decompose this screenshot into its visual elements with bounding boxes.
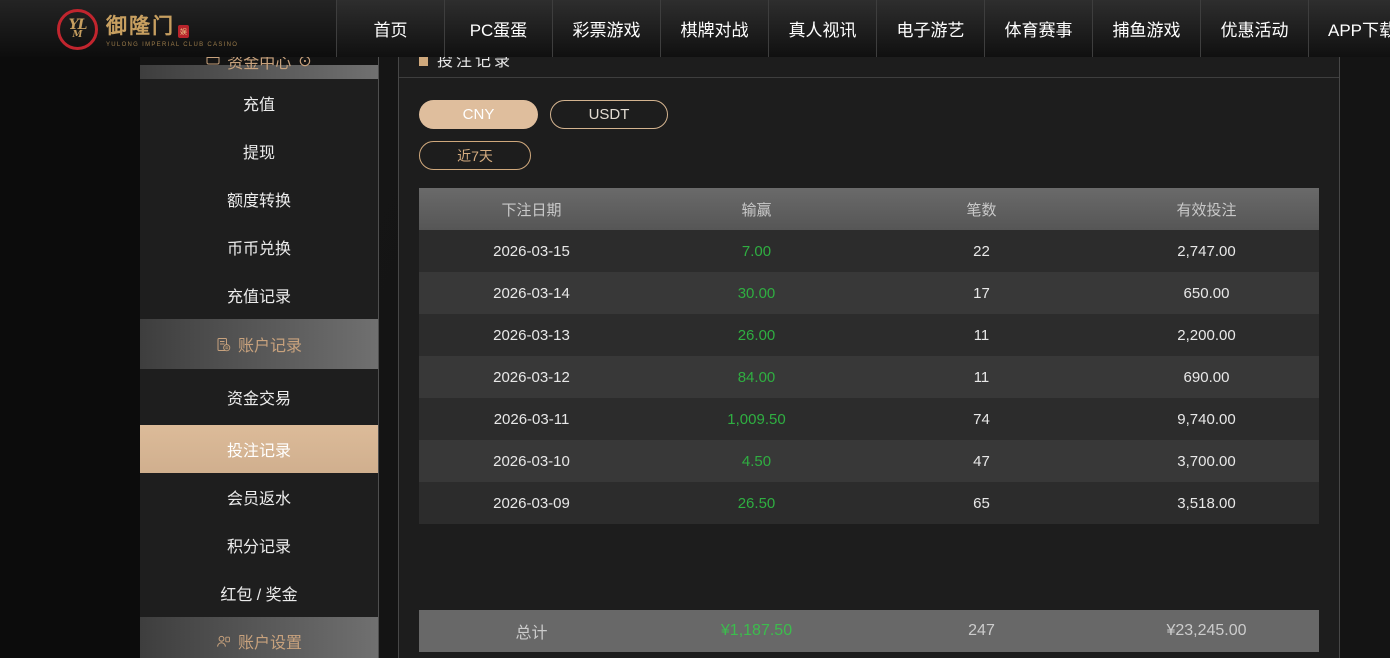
cell-win-loss: 84.00 bbox=[644, 369, 869, 386]
cell-valid-bet: 3,518.00 bbox=[1094, 495, 1319, 512]
title-bullet bbox=[419, 57, 428, 66]
nav-item-sports[interactable]: 体育赛事 bbox=[984, 0, 1092, 57]
sidebar: 资金中心 ⊙ 充值提现额度转换币币兑换充值记录账户记录资金交易投注记录会员返水积… bbox=[140, 57, 379, 658]
table-row: 2026-03-0926.50653,518.00 bbox=[419, 482, 1319, 524]
brand-subtitle: YULONG IMPERIAL CLUB CASINO bbox=[106, 42, 238, 48]
nav-item-promotions[interactable]: 优惠活动 bbox=[1200, 0, 1308, 57]
betting-records-table: 下注日期输赢笔数有效投注 2026-03-157.00222,747.00202… bbox=[419, 188, 1319, 524]
nav-menu: 首页PC蛋蛋彩票游戏棋牌对战真人视讯电子游艺体育赛事捕鱼游戏优惠活动APP下载 bbox=[336, 0, 1390, 57]
cell-bet-date: 2026-03-14 bbox=[419, 285, 644, 302]
sidebar-item-quota-transfer[interactable]: 额度转换 bbox=[140, 175, 378, 223]
cell-bet-date: 2026-03-10 bbox=[419, 453, 644, 470]
sidebar-item-points-records[interactable]: 积分记录 bbox=[140, 521, 378, 569]
cell-bet-date: 2026-03-09 bbox=[419, 495, 644, 512]
total-bet-count: 247 bbox=[869, 622, 1094, 640]
nav-item-board-games[interactable]: 棋牌对战 bbox=[660, 0, 768, 57]
cell-bet-date: 2026-03-13 bbox=[419, 327, 644, 344]
refresh-icon[interactable]: ⊙ bbox=[298, 57, 311, 71]
brand-name: 御隆门 bbox=[106, 10, 175, 40]
table-header-row: 下注日期输赢笔数有效投注 bbox=[419, 188, 1319, 230]
sidebar-section-account-records: 账户记录 bbox=[140, 319, 378, 369]
cell-bet-count: 47 bbox=[869, 453, 1094, 470]
table-row: 2026-03-157.00222,747.00 bbox=[419, 230, 1319, 272]
sidebar-section-account-settings: 账户设置 bbox=[140, 617, 378, 658]
cell-bet-date: 2026-03-12 bbox=[419, 369, 644, 386]
cell-win-loss: 30.00 bbox=[644, 285, 869, 302]
column-header-1: 输赢 bbox=[644, 199, 869, 220]
page-title: 投注记录 bbox=[437, 57, 513, 71]
sidebar-item-member-rebate[interactable]: 会员返水 bbox=[140, 473, 378, 521]
nav-item-slot-games[interactable]: 电子游艺 bbox=[876, 0, 984, 57]
sidebar-item-betting-records[interactable]: 投注记录 bbox=[140, 425, 378, 473]
nav-item-live-casino[interactable]: 真人视讯 bbox=[768, 0, 876, 57]
sidebar-section-funds: 资金中心 ⊙ bbox=[140, 57, 378, 79]
cell-bet-count: 11 bbox=[869, 327, 1094, 344]
sidebar-item-recharge-records[interactable]: 充值记录 bbox=[140, 271, 378, 319]
logo-monogram-bottom: M bbox=[73, 31, 83, 40]
cell-valid-bet: 9,740.00 bbox=[1094, 411, 1319, 428]
cell-valid-bet: 690.00 bbox=[1094, 369, 1319, 386]
cell-bet-count: 11 bbox=[869, 369, 1094, 386]
table-row: 2026-03-111,009.50749,740.00 bbox=[419, 398, 1319, 440]
cell-win-loss: 26.50 bbox=[644, 495, 869, 512]
cell-bet-date: 2026-03-11 bbox=[419, 411, 644, 428]
sidebar-item-fund-transactions[interactable]: 资金交易 bbox=[140, 369, 378, 425]
cell-valid-bet: 2,200.00 bbox=[1094, 327, 1319, 344]
nav-item-pc-dandan[interactable]: PC蛋蛋 bbox=[444, 0, 552, 57]
nav-item-fishing-games[interactable]: 捕鱼游戏 bbox=[1092, 0, 1200, 57]
table-row: 2026-03-1430.0017650.00 bbox=[419, 272, 1319, 314]
table-row: 2026-03-1284.0011690.00 bbox=[419, 356, 1319, 398]
cell-bet-count: 22 bbox=[869, 243, 1094, 260]
sidebar-section-label: 账户设置 bbox=[238, 629, 302, 653]
nav-item-app-download[interactable]: APP下载 bbox=[1308, 0, 1390, 57]
cell-bet-count: 65 bbox=[869, 495, 1094, 512]
wallet-icon bbox=[206, 57, 220, 71]
total-label: 总计 bbox=[419, 619, 644, 643]
sidebar-section-label: 账户记录 bbox=[238, 332, 302, 356]
page-title-row: 投注记录 bbox=[399, 57, 1339, 78]
cell-win-loss: 1,009.50 bbox=[644, 411, 869, 428]
nav-item-home[interactable]: 首页 bbox=[336, 0, 444, 57]
sidebar-section-funds-label: 资金中心 bbox=[227, 57, 291, 73]
table-body: 2026-03-157.00222,747.002026-03-1430.001… bbox=[419, 230, 1319, 524]
cell-valid-bet: 2,747.00 bbox=[1094, 243, 1319, 260]
sidebar-item-recharge[interactable]: 充值 bbox=[140, 79, 378, 127]
column-header-2: 笔数 bbox=[869, 199, 1094, 220]
table-total-row: 总计 ¥1,187.50 247 ¥23,245.00 bbox=[419, 610, 1319, 652]
sidebar-items: 充值提现额度转换币币兑换充值记录账户记录资金交易投注记录会员返水积分记录红包 /… bbox=[140, 79, 378, 658]
sidebar-item-withdraw[interactable]: 提现 bbox=[140, 127, 378, 175]
table-row: 2026-03-1326.00112,200.00 bbox=[419, 314, 1319, 356]
currency-tab-usdt[interactable]: USDT bbox=[550, 100, 668, 129]
ledger-icon bbox=[216, 337, 231, 352]
total-valid-bet: ¥23,245.00 bbox=[1094, 622, 1319, 640]
top-nav-bar: YL M 御隆门 娱 YULONG IMPERIAL CLUB CASINO 首… bbox=[0, 0, 1390, 57]
cell-valid-bet: 650.00 bbox=[1094, 285, 1319, 302]
cell-win-loss: 4.50 bbox=[644, 453, 869, 470]
nav-item-lottery-games[interactable]: 彩票游戏 bbox=[552, 0, 660, 57]
table-row: 2026-03-104.50473,700.00 bbox=[419, 440, 1319, 482]
brand-logo[interactable]: YL M 御隆门 娱 YULONG IMPERIAL CLUB CASINO bbox=[57, 6, 238, 52]
total-win-amount: ¥1,187.50 bbox=[644, 622, 869, 640]
cell-win-loss: 7.00 bbox=[644, 243, 869, 260]
brand-text-block: 御隆门 娱 YULONG IMPERIAL CLUB CASINO bbox=[106, 10, 238, 48]
cell-win-loss: 26.00 bbox=[644, 327, 869, 344]
sidebar-item-redpacket-bonus[interactable]: 红包 / 奖金 bbox=[140, 569, 378, 617]
column-header-0: 下注日期 bbox=[419, 199, 644, 220]
brand-stamp: 娱 bbox=[178, 25, 189, 38]
cell-bet-count: 17 bbox=[869, 285, 1094, 302]
page-background-strip bbox=[0, 57, 140, 658]
date-range-filter-button[interactable]: 近7天 bbox=[419, 141, 531, 170]
cell-bet-date: 2026-03-15 bbox=[419, 243, 644, 260]
currency-tab-cny[interactable]: CNY bbox=[419, 100, 538, 129]
cell-bet-count: 74 bbox=[869, 411, 1094, 428]
column-header-3: 有效投注 bbox=[1094, 199, 1319, 220]
sidebar-item-coin-exchange[interactable]: 币币兑换 bbox=[140, 223, 378, 271]
brand-logo-icon: YL M bbox=[57, 9, 98, 50]
main-panel: 投注记录 CNY USDT 近7天 下注日期输赢笔数有效投注 2026-03-1… bbox=[398, 57, 1340, 658]
cell-valid-bet: 3,700.00 bbox=[1094, 453, 1319, 470]
user-icon bbox=[216, 634, 231, 649]
